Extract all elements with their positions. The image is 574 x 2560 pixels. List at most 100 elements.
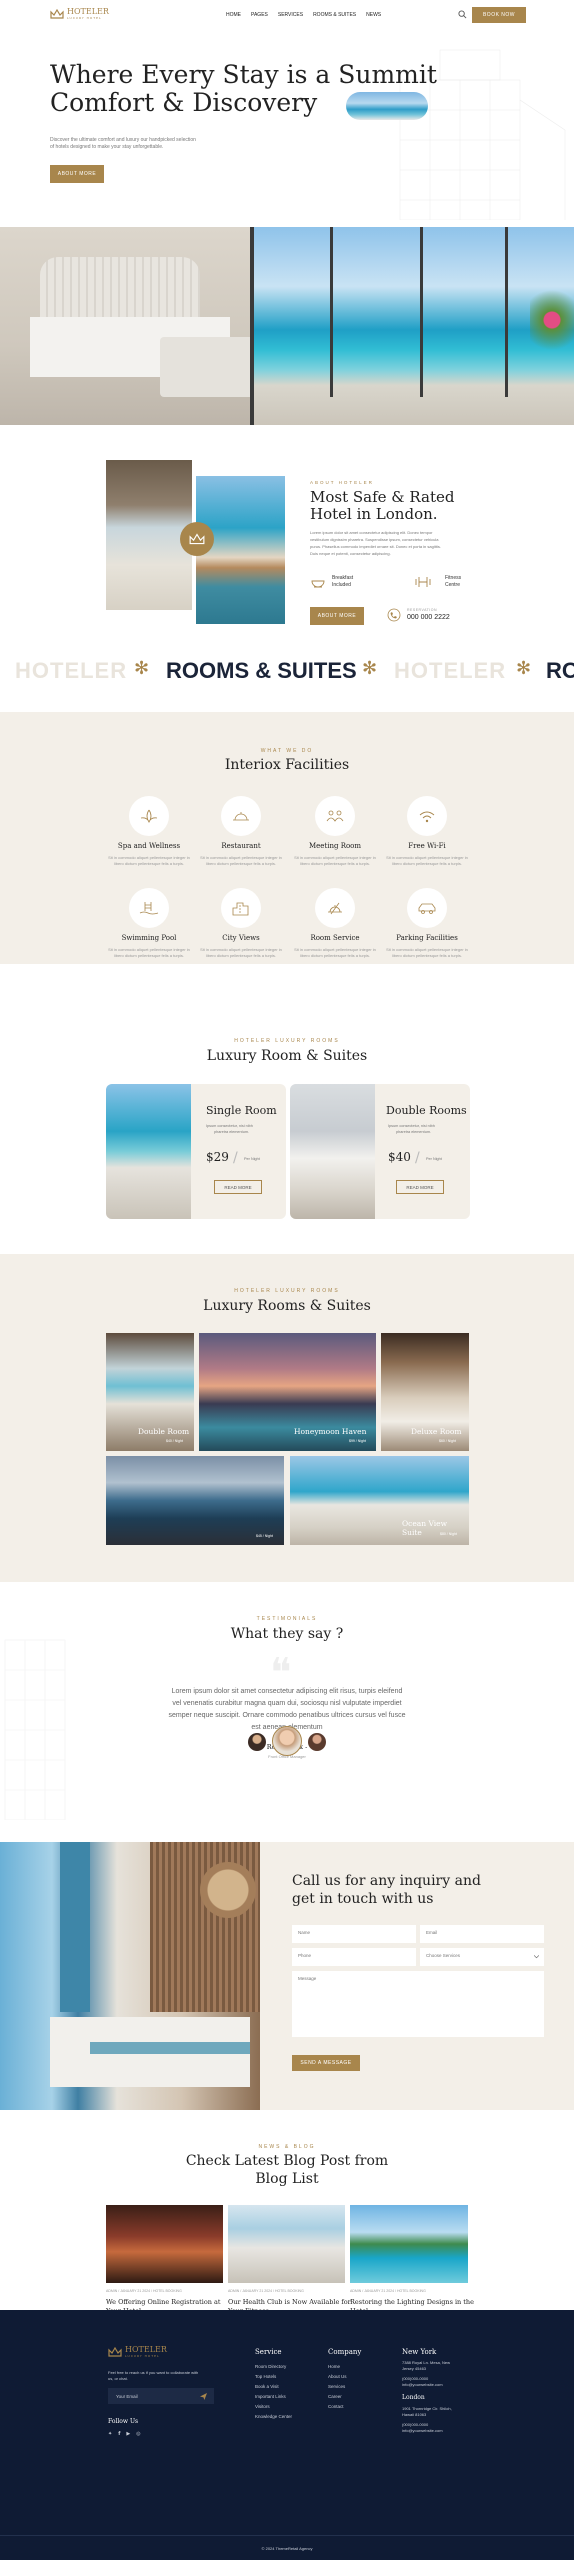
meeting-icon	[326, 810, 344, 822]
facility-name: Spa and Wellness	[117, 842, 181, 850]
gallery-item-sea-view[interactable]: $45 / Night	[106, 1456, 284, 1545]
london-address-2: Hawaii 81063	[402, 2412, 427, 2417]
gallery-item-deluxe[interactable]: Deluxe Room $60 / Night	[381, 1333, 469, 1451]
phone-icon[interactable]	[387, 608, 401, 622]
avatar-active[interactable]	[272, 1726, 302, 1756]
blog-post-title[interactable]: Our Health Club is Now Available for	[228, 2298, 351, 2306]
gallery-eyebrow: HOTELER LUXURY ROOMS	[234, 1288, 340, 1294]
gallery-item-ocean-suite[interactable]: Ocean View Suite $80 / Night	[290, 1456, 469, 1545]
message-field[interactable]: Message	[292, 1971, 544, 2037]
contact-title-line2: get in touch with us	[292, 1891, 434, 1907]
about-more-button[interactable]: ABOUT MORE	[310, 607, 364, 625]
main-nav: HOME PAGES SERVICES ROOMS & SUITES NEWS	[226, 12, 381, 18]
blog-post-title[interactable]: We Offering Online Registration at	[106, 2298, 220, 2306]
header: HOTELER LUXURY HOTEL HOME PAGES SERVICES…	[0, 0, 574, 30]
send-icon[interactable]	[200, 2393, 207, 2400]
logo[interactable]: HOTELER LUXURY HOTEL	[50, 8, 109, 20]
footer-service-link[interactable]: Room Directory	[255, 2364, 286, 2369]
nav-services[interactable]: SERVICES	[278, 12, 303, 18]
ny-email[interactable]: info@yourwebsite.com	[402, 2382, 443, 2387]
instagram-icon[interactable]: ◎	[136, 2431, 140, 2437]
marquee-item-3: HOTELER	[394, 658, 507, 683]
room-desc-2: pharetra elementum.	[214, 1130, 250, 1134]
room-desc: Ipsum consectetur, nisi nibh	[206, 1124, 253, 1128]
ny-address: 7388 Royal Ln. Mesa, New	[402, 2360, 451, 2365]
footer-company-link[interactable]: Career	[328, 2394, 342, 2399]
social-links: ✦ f ▶ ◎	[108, 2431, 141, 2437]
facility-name: Parking Facilities	[396, 934, 458, 942]
name-field[interactable]: Name	[292, 1925, 416, 1943]
service-heading: Service	[255, 2348, 282, 2356]
youtube-icon[interactable]: ▶	[126, 2431, 130, 2437]
feature-breakfast: Breakfast Included	[332, 575, 354, 588]
london-email[interactable]: info@yourwebsite.com	[402, 2428, 443, 2433]
car-icon	[418, 903, 436, 914]
facebook-icon[interactable]: f	[118, 2431, 120, 2437]
hero-about-button[interactable]: ABOUT MORE	[50, 165, 104, 183]
call-number[interactable]: 000 000 2222	[407, 614, 450, 621]
footer-company-link[interactable]: About Us	[328, 2374, 347, 2379]
about-body-4: Duis neque et potenti, consectetur adipi…	[310, 551, 391, 556]
footer-logo[interactable]: HOTELER LUXURY HOTEL	[108, 2346, 167, 2358]
newsletter-input[interactable]: Your Email	[108, 2388, 214, 2404]
service-select[interactable]: Choose Services	[420, 1948, 544, 1966]
facility-desc-2: libero dictum pellentesque felis a turpi…	[391, 861, 463, 866]
breakfast-icon	[311, 580, 325, 588]
gallery-item-honeymoon[interactable]: Honeymoon Haven $99 / Night	[199, 1333, 376, 1451]
footer-desc: Feel free to reach us if you want to col…	[108, 2370, 199, 2375]
email-field[interactable]: Email	[420, 1925, 544, 1943]
nav-rooms[interactable]: ROOMS & SUITES	[313, 12, 356, 18]
room-service-icon	[328, 902, 342, 915]
rooms-eyebrow: HOTELER LUXURY ROOMS	[234, 1038, 340, 1044]
building-sketch-left	[4, 1639, 66, 1820]
gallery-item-double-room[interactable]: Double Room $40 / Night	[106, 1333, 194, 1451]
search-icon[interactable]	[458, 10, 467, 19]
nav-pages[interactable]: PAGES	[251, 12, 268, 18]
facility-desc-2: libero dictum pellentesque felis a turpi…	[299, 953, 371, 958]
about-crown-badge	[180, 522, 214, 556]
facility-spa: Spa and Wellness Sit in commodo aliquet p…	[104, 796, 194, 867]
blog-image-2[interactable]	[228, 2205, 345, 2283]
blog-image-3[interactable]	[350, 2205, 468, 2283]
room-read-more-button[interactable]: READ MORE	[214, 1180, 262, 1194]
room-read-more-button[interactable]: READ MORE	[396, 1180, 444, 1194]
phone-field[interactable]: Phone	[292, 1948, 416, 1966]
twitter-icon[interactable]: ✦	[108, 2431, 112, 2437]
footer-service-link[interactable]: Visitors	[255, 2404, 270, 2409]
nav-home[interactable]: HOME	[226, 12, 241, 18]
star-icon: ✻	[362, 658, 378, 679]
room-card-single[interactable]: Single Room Ipsum consectetur, nisi nibh…	[106, 1084, 286, 1219]
room-card-double[interactable]: Double Rooms Ipsum consectetur, nisi nib…	[290, 1084, 470, 1219]
ny-phone[interactable]: (000)000-0000	[402, 2376, 428, 2381]
hero-pill-image	[346, 92, 428, 120]
footer-service-link[interactable]: Top Hotels	[255, 2374, 276, 2379]
nav-news[interactable]: NEWS	[366, 12, 381, 18]
company-heading: Company	[328, 2348, 362, 2356]
copyright: © 2024 ThemeRetail Agency	[261, 2546, 313, 2551]
send-message-button[interactable]: SEND A MESSAGE	[292, 2055, 360, 2071]
london-phone[interactable]: (000)000-0000	[402, 2422, 428, 2427]
star-icon: ✻	[134, 658, 150, 679]
contact-title-line1: Call us for any inquiry and	[292, 1873, 481, 1889]
blog-image-1[interactable]	[106, 2205, 223, 2283]
footer-service-link[interactable]: Knowledge Center	[255, 2414, 292, 2419]
room-name: Double Rooms	[386, 1104, 467, 1117]
book-now-button[interactable]: BOOK NOW	[472, 7, 526, 23]
footer-company-link[interactable]: Home	[328, 2364, 340, 2369]
footer-company-link[interactable]: Contact	[328, 2404, 344, 2409]
blog-post-title[interactable]: Restoring the Lighting Designs in the	[350, 2298, 474, 2306]
facility-name: Room Service	[310, 934, 360, 942]
crown-icon	[189, 533, 205, 545]
footer-service-link[interactable]: Book a Visit	[255, 2384, 279, 2389]
hero-bedroom-image	[0, 227, 574, 425]
footer-company-link[interactable]: Services	[328, 2384, 345, 2389]
footer-service-link[interactable]: Important Links	[255, 2394, 286, 2399]
gallery-price: $45 / Night	[256, 1534, 273, 1538]
room-price: $29	[206, 1150, 229, 1164]
avatar[interactable]	[308, 1733, 326, 1751]
blog-title-line1: Check Latest Blog Post from	[185, 2153, 389, 2169]
testimonial-title: What they say ?	[230, 1626, 344, 1642]
facilities-eyebrow: WHAT WE DO	[260, 748, 314, 754]
about-eyebrow: ABOUT HOTELER	[310, 480, 374, 485]
avatar[interactable]	[248, 1733, 266, 1751]
